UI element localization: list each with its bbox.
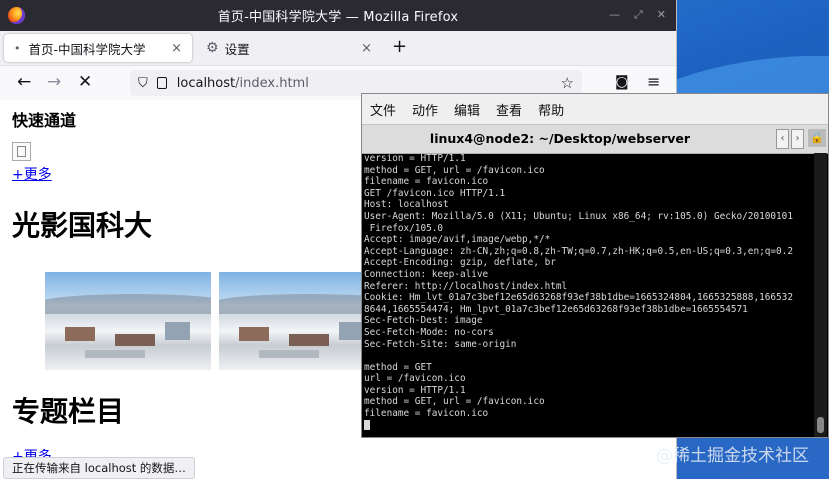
terminal-line: filename = favicon.ico: [364, 408, 489, 420]
shield-icon[interactable]: ⛉: [138, 76, 148, 91]
page-info-icon[interactable]: [156, 77, 167, 89]
terminal-line: Accept: image/avif,image/webp,*/*: [364, 234, 551, 246]
url-host: localhost: [176, 75, 236, 91]
window-title: 首页-中国科学院大学 — Mozilla Firefox: [217, 10, 459, 25]
text-cursor: [364, 420, 370, 431]
terminal-title: linux4@node2: ~/Desktop/webserver: [429, 131, 691, 146]
terminal-line: Sec-Fetch-Mode: no-cors: [364, 326, 494, 338]
stop-loading-icon[interactable]: ✕: [78, 72, 92, 92]
watermark-text: @稀土掘金技术社区: [656, 446, 809, 466]
hamburger-menu-icon[interactable]: ≡: [647, 72, 660, 91]
maximize-icon[interactable]: ⤢: [634, 8, 643, 22]
menu-edit[interactable]: 编辑: [454, 100, 480, 119]
campus-photo[interactable]: [219, 272, 379, 370]
status-bar: 正在传输来自 localhost 的数据…: [3, 457, 195, 479]
broken-image-icon: [12, 142, 31, 161]
terminal-line: Firefox/105.0: [364, 222, 444, 234]
terminal-line: Cookie: Hm_lvt_01a7c3bef12e65d63268f93ef…: [364, 292, 793, 304]
topic-section-heading: 专题栏目: [12, 395, 125, 428]
menu-action[interactable]: 动作: [412, 100, 438, 119]
terminal-line: Connection: keep-alive: [364, 268, 489, 280]
terminal-line: url = /favicon.ico: [364, 373, 466, 385]
terminal-line: User-Agent: Mozilla/5.0 (X11; Ubuntu; Li…: [364, 210, 793, 222]
terminal-line: Accept-Encoding: gzip, deflate, br: [364, 257, 556, 269]
more-link[interactable]: +更多: [12, 164, 52, 184]
terminal-line: version = HTTP/1.1: [364, 384, 466, 396]
forward-arrow-icon[interactable]: →: [47, 72, 61, 92]
close-window-icon[interactable]: ✕: [657, 8, 666, 22]
url-path: /index.html: [235, 75, 309, 91]
quick-access-heading: 快速通道: [12, 111, 77, 130]
scroll-tabs-right-icon[interactable]: ›: [791, 129, 804, 149]
terminal-line: GET /favicon.ico HTTP/1.1: [364, 187, 506, 199]
terminal-line: Sec-Fetch-Site: same-origin: [364, 338, 517, 350]
menu-help[interactable]: 帮助: [538, 100, 564, 119]
close-tab-icon[interactable]: ×: [171, 41, 182, 56]
tab-settings[interactable]: ⚙ 设置 ×: [196, 34, 382, 62]
photo-section-heading: 光影国科大: [12, 209, 153, 242]
menu-file[interactable]: 文件: [370, 100, 396, 119]
new-tab-button[interactable]: +: [392, 36, 407, 57]
tab-label: 设置: [224, 41, 250, 57]
terminal-prompt-line[interactable]: [364, 420, 814, 432]
terminal-scrollbar[interactable]: [814, 153, 827, 437]
back-arrow-icon[interactable]: ←: [17, 72, 31, 92]
terminal-line: version = HTTP/1.1: [364, 153, 466, 164]
window-titlebar[interactable]: 首页-中国科学院大学 — Mozilla Firefox — ⤢ ✕: [0, 0, 676, 31]
desktop-screen: 首页-中国科学院大学 — Mozilla Firefox — ⤢ ✕ • 首页-…: [0, 0, 829, 479]
terminal-line: 8644,1665554474; Hm_lpvt_01a7c3bef12e65d…: [364, 303, 748, 315]
page-dot-icon: •: [14, 41, 21, 55]
terminal-line: Referer: http://localhost/index.html: [364, 280, 568, 292]
terminal-tab-bar[interactable]: linux4@node2: ~/Desktop/webserver ‹ › 🔒: [362, 124, 828, 154]
firefox-logo-icon: [8, 7, 25, 24]
terminal-window: 文件 动作 编辑 查看 帮助 linux4@node2: ~/Desktop/w…: [361, 93, 829, 438]
terminal-line: Sec-Fetch-Dest: image: [364, 315, 483, 327]
menu-view[interactable]: 查看: [496, 100, 522, 119]
campus-photo[interactable]: [45, 272, 211, 370]
tab-home[interactable]: • 首页-中国科学院大学 ×: [4, 34, 192, 62]
terminal-line: method = GET: [364, 361, 432, 373]
close-tab-icon[interactable]: ×: [361, 41, 372, 56]
minimize-icon[interactable]: —: [609, 8, 620, 22]
terminal-line: Accept-Language: zh-CN,zh;q=0.8,zh-TW;q=…: [364, 245, 793, 257]
terminal-menubar: 文件 动作 编辑 查看 帮助: [362, 94, 828, 124]
scroll-tabs-left-icon[interactable]: ‹: [776, 129, 789, 149]
lock-icon[interactable]: 🔒: [808, 129, 826, 147]
terminal-line: filename = favicon.ico: [364, 176, 489, 188]
terminal-line: method = GET, url = /favicon.ico: [364, 164, 545, 176]
tab-strip: • 首页-中国科学院大学 × ⚙ 设置 × +: [0, 31, 676, 66]
tab-label: 首页-中国科学院大学: [28, 41, 146, 57]
gear-icon: ⚙: [206, 40, 219, 56]
terminal-line: Host: localhost: [364, 199, 449, 211]
bookmark-star-icon[interactable]: ☆: [561, 74, 574, 92]
terminal-line: method = GET, url = /favicon.ico: [364, 396, 545, 408]
pocket-icon[interactable]: ◙: [615, 74, 629, 90]
scrollbar-thumb[interactable]: [817, 417, 824, 433]
terminal-output[interactable]: version = HTTP/1.1 method = GET, url = /f…: [362, 153, 814, 437]
